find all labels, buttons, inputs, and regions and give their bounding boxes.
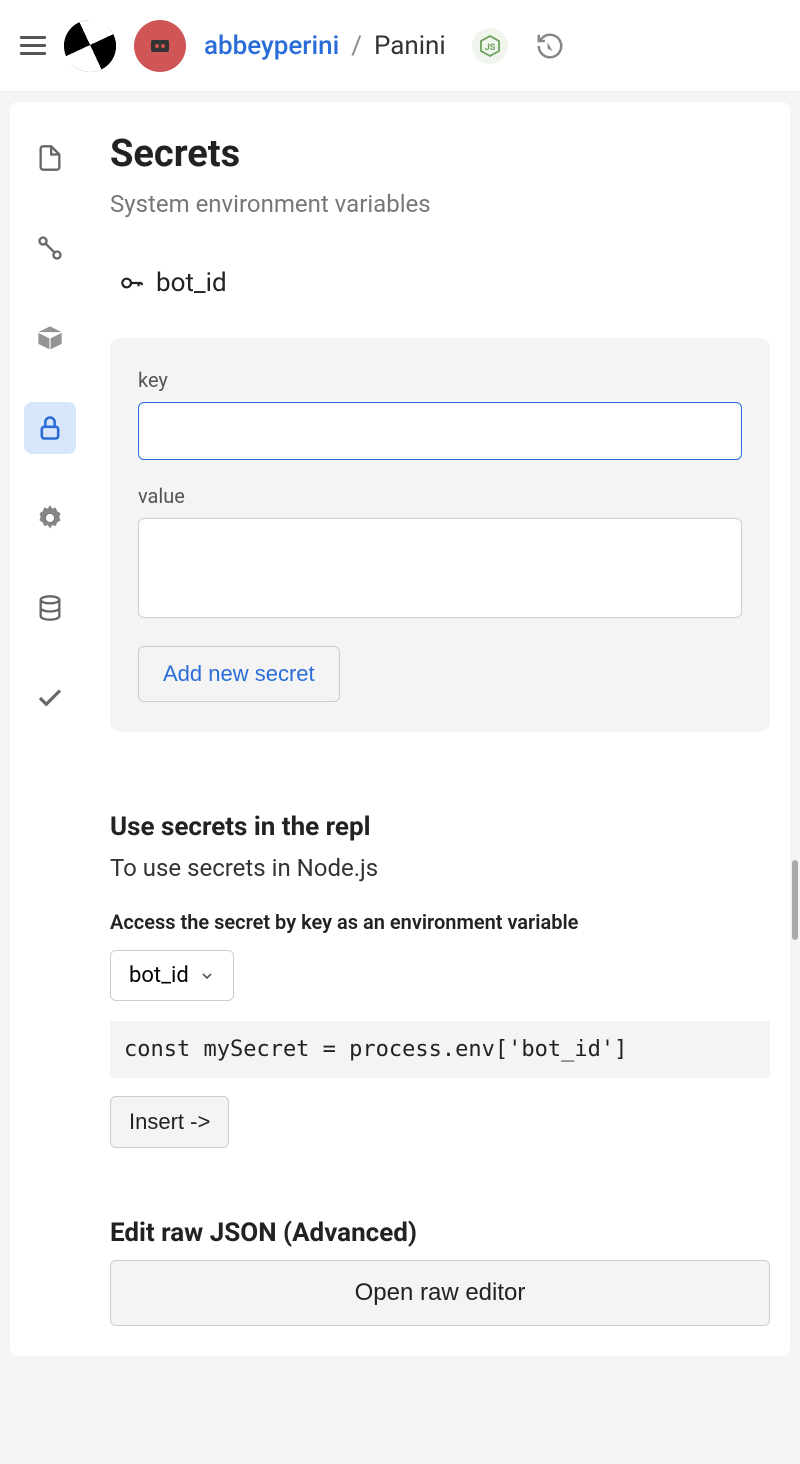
value-label: value xyxy=(138,484,742,508)
sidebar-item-settings[interactable] xyxy=(24,492,76,544)
header: abbeyperini / Panini JS xyxy=(0,0,800,92)
add-secret-button[interactable]: Add new secret xyxy=(138,646,340,702)
insert-button[interactable]: Insert -> xyxy=(110,1096,229,1148)
key-label: key xyxy=(138,368,742,392)
page-subtitle: System environment variables xyxy=(110,190,770,218)
usage-help: Access the secret by key as an environme… xyxy=(110,910,770,934)
sidebar xyxy=(10,102,90,1356)
breadcrumb: abbeyperini / Panini xyxy=(204,31,446,61)
menu-icon[interactable] xyxy=(20,36,46,55)
sidebar-item-done[interactable] xyxy=(24,672,76,724)
history-icon[interactable] xyxy=(532,28,568,64)
value-input[interactable] xyxy=(138,518,742,618)
code-snippet: const mySecret = process.env['bot_id'] xyxy=(110,1021,770,1078)
sidebar-item-secrets[interactable] xyxy=(24,402,76,454)
secret-select-dropdown[interactable]: bot_id xyxy=(110,950,234,1001)
dropdown-value: bot_id xyxy=(129,963,189,988)
scrollbar[interactable] xyxy=(792,860,798,940)
usage-desc: To use secrets in Node.js xyxy=(110,854,770,882)
sidebar-item-files[interactable] xyxy=(24,132,76,184)
key-icon xyxy=(118,270,144,296)
breadcrumb-separator: / xyxy=(351,31,362,61)
breadcrumb-user[interactable]: abbeyperini xyxy=(204,31,339,61)
usage-title: Use secrets in the repl xyxy=(110,812,770,842)
secret-entry[interactable]: bot_id xyxy=(110,268,770,298)
nodejs-icon[interactable]: JS xyxy=(472,28,508,64)
advanced-title: Edit raw JSON (Advanced) xyxy=(110,1218,770,1248)
replit-logo-icon[interactable] xyxy=(64,20,116,72)
secret-name: bot_id xyxy=(156,268,227,298)
page-title: Secrets xyxy=(110,132,770,176)
chevron-down-icon xyxy=(199,968,215,984)
main-content: Secrets System environment variables bot… xyxy=(90,102,790,1356)
add-secret-form: key value Add new secret xyxy=(110,338,770,732)
avatar[interactable] xyxy=(134,20,186,72)
sidebar-item-packages[interactable] xyxy=(24,312,76,364)
key-input[interactable] xyxy=(138,402,742,460)
sidebar-item-database[interactable] xyxy=(24,582,76,634)
sidebar-item-version[interactable] xyxy=(24,222,76,274)
open-raw-editor-button[interactable]: Open raw editor xyxy=(110,1260,770,1326)
svg-text:JS: JS xyxy=(484,43,495,53)
breadcrumb-project[interactable]: Panini xyxy=(374,31,446,61)
